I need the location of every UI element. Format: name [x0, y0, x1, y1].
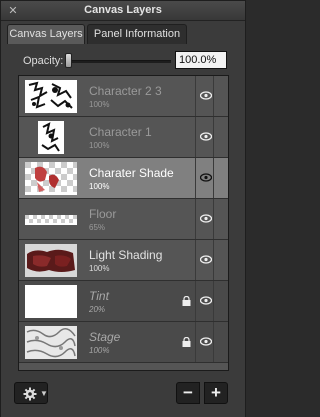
layer-thumbnail	[25, 244, 77, 277]
layer-thumbnail	[25, 326, 77, 359]
layer-opacity: 100%	[89, 264, 110, 273]
layer-name: Charater Shade	[89, 166, 174, 180]
opacity-value-field[interactable]: 100.0%	[175, 51, 227, 69]
layer-opacity: 20%	[89, 305, 106, 314]
layer-row[interactable]: Character 1 100%	[19, 117, 228, 158]
layer-opacity: 100%	[89, 182, 110, 191]
opacity-label: Opacity:	[23, 55, 64, 67]
eye-icon[interactable]	[200, 132, 212, 141]
layer-list: Character 2 3 100% Character 1 100% Char…	[18, 75, 229, 371]
tab-canvas-layers[interactable]: Canvas Layers	[7, 24, 85, 44]
layer-thumbnail	[25, 215, 77, 225]
layer-name: Light Shading	[89, 248, 163, 262]
layer-row[interactable]: Floor 65%	[19, 199, 228, 240]
chevron-down-icon: ▼	[40, 389, 48, 398]
remove-layer-button[interactable]: −	[176, 382, 200, 404]
lock-icon[interactable]	[182, 296, 191, 306]
layer-thumbnail	[25, 80, 77, 113]
bottom-toolbar: ▼ − +	[1, 375, 245, 417]
opacity-slider-thumb[interactable]	[65, 53, 72, 68]
panel-title: Canvas Layers	[84, 4, 162, 16]
layer-options-button[interactable]: ▼	[14, 382, 48, 404]
layer-thumbnail	[25, 162, 77, 195]
add-layer-button[interactable]: +	[204, 382, 228, 404]
layer-name: Stage	[89, 330, 121, 344]
eye-icon[interactable]	[200, 296, 212, 305]
layer-name: Character 1	[89, 125, 152, 139]
layer-opacity: 65%	[89, 223, 106, 232]
layer-opacity: 100%	[89, 141, 110, 150]
eye-icon[interactable]	[200, 91, 212, 100]
layer-row[interactable]: Light Shading 100%	[19, 240, 228, 281]
eye-icon[interactable]	[200, 255, 212, 264]
layer-row[interactable]: Stage 100%	[19, 322, 228, 363]
lock-icon[interactable]	[182, 337, 191, 347]
layer-thumbnail	[25, 285, 77, 318]
layer-opacity: 100%	[89, 346, 110, 355]
canvas-layers-panel: ✕ Canvas Layers Canvas Layers Panel Info…	[0, 0, 246, 417]
layer-row[interactable]: Character 2 3 100%	[19, 76, 228, 117]
layer-name: Character 2 3	[89, 84, 162, 98]
layer-opacity: 100%	[89, 100, 110, 109]
title-bar[interactable]: ✕ Canvas Layers	[1, 1, 245, 21]
eye-icon[interactable]	[200, 337, 212, 346]
opacity-row: Opacity: 100.0%	[1, 49, 245, 73]
eye-icon[interactable]	[200, 214, 212, 223]
layer-row[interactable]: Tint 20%	[19, 281, 228, 322]
layer-thumbnail	[38, 121, 64, 154]
opacity-slider[interactable]	[68, 60, 171, 63]
layer-name: Floor	[89, 207, 117, 221]
layer-name: Tint	[89, 289, 109, 303]
layer-row-selected[interactable]: Charater Shade 100%	[19, 158, 228, 199]
tab-panel-information[interactable]: Panel Information	[87, 24, 187, 44]
gear-icon	[23, 387, 37, 401]
eye-icon[interactable]	[200, 173, 212, 182]
